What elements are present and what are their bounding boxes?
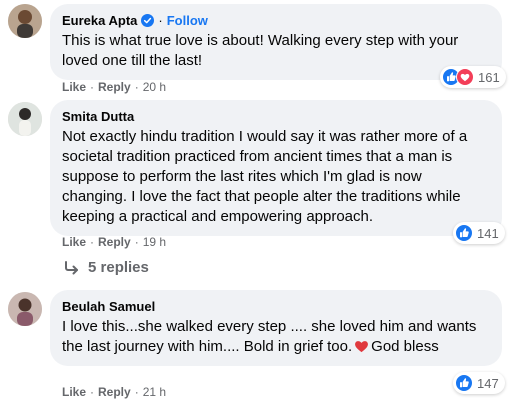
timestamp[interactable]: 21 h xyxy=(143,384,166,400)
reply-arrow-icon xyxy=(65,260,78,274)
replies-count-label: 5 replies xyxy=(88,259,149,276)
author-name[interactable]: Eureka Apta xyxy=(62,12,137,29)
like-button[interactable]: Like xyxy=(62,234,86,250)
separator-dot: · xyxy=(90,235,95,249)
like-icon xyxy=(455,374,473,392)
reactions-summary[interactable]: 141 xyxy=(453,222,505,244)
avatar[interactable] xyxy=(8,4,42,38)
reaction-count: 147 xyxy=(477,375,499,391)
comment-text-part: God bless xyxy=(371,338,439,355)
avatar[interactable] xyxy=(8,292,42,326)
author-name[interactable]: Smita Dutta xyxy=(62,108,134,125)
reply-button[interactable]: Reply xyxy=(98,384,131,400)
follow-button[interactable]: Follow xyxy=(167,12,208,29)
separator-dot: · xyxy=(158,13,163,28)
heart-emoji-icon xyxy=(355,341,369,353)
comment-bubble: Smita Dutta Not exactly hindu tradition … xyxy=(50,100,502,236)
avatar[interactable] xyxy=(8,102,42,136)
separator-dot: · xyxy=(90,385,95,399)
separator-dot: · xyxy=(134,235,139,249)
reactions-summary[interactable]: 147 xyxy=(453,372,505,394)
reaction-count: 161 xyxy=(478,69,500,85)
separator-dot: · xyxy=(90,80,95,94)
comment-header: Eureka Apta · Follow xyxy=(62,12,490,29)
comment-header: Beulah Samuel xyxy=(62,298,490,315)
timestamp[interactable]: 19 h xyxy=(143,234,166,250)
separator-dot: · xyxy=(134,385,139,399)
comment-actions: Like · Reply · 19 h xyxy=(62,234,166,250)
comment-header: Smita Dutta xyxy=(62,108,490,125)
separator-dot: · xyxy=(134,80,139,94)
comment-actions: Like · Reply · 21 h xyxy=(62,384,166,400)
comment-text: I love this...she walked every step ....… xyxy=(62,317,490,357)
avatar-image xyxy=(8,292,42,326)
reaction-count: 141 xyxy=(477,225,499,241)
comment-text: This is what true love is about! Walking… xyxy=(62,32,459,69)
like-button[interactable]: Like xyxy=(62,79,86,95)
comment-bubble: Beulah Samuel I love this...she walked e… xyxy=(50,290,502,366)
avatar-image xyxy=(8,102,42,136)
verified-badge-icon xyxy=(141,14,155,27)
comment-actions: Like · Reply · 20 h xyxy=(62,79,166,95)
avatar-image xyxy=(8,4,42,38)
like-button[interactable]: Like xyxy=(62,384,86,400)
comment-text: Not exactly hindu tradition I would say … xyxy=(62,128,468,225)
timestamp[interactable]: 20 h xyxy=(143,79,166,95)
love-icon xyxy=(456,68,474,86)
like-icon xyxy=(455,224,473,242)
reply-button[interactable]: Reply xyxy=(98,234,131,250)
view-replies-link[interactable]: 5 replies xyxy=(64,259,149,276)
reply-button[interactable]: Reply xyxy=(98,79,131,95)
reactions-summary[interactable]: 161 xyxy=(440,66,506,88)
comment-bubble: Eureka Apta · Follow This is what true l… xyxy=(50,4,502,80)
author-name[interactable]: Beulah Samuel xyxy=(62,298,155,315)
